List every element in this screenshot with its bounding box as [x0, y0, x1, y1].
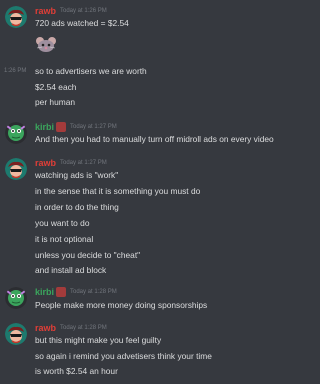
- avatar-kirbi[interactable]: [5, 287, 27, 309]
- message-timestamp: Today at 1:27 PM: [60, 160, 107, 166]
- author-name[interactable]: rawb: [35, 323, 56, 333]
- message-text: is worth $2.54 an hour: [35, 366, 118, 376]
- message-timestamp: Today at 1:28 PM: [70, 289, 117, 295]
- message-text: unless you decide to "cheat": [35, 250, 141, 260]
- message-text: $2.54 each: [35, 82, 77, 92]
- side-timestamp: 1:26 PM: [4, 68, 27, 74]
- message-text: watching ads is "work": [35, 170, 119, 180]
- author-name[interactable]: kirbi: [35, 287, 54, 297]
- rawb-avatar-icon: [5, 323, 27, 345]
- message-text: it is not optional: [35, 234, 94, 244]
- avatar-rawb[interactable]: [5, 158, 27, 180]
- message-text: in the sense that it is something you mu…: [35, 186, 201, 196]
- kirbi-avatar-icon: [5, 122, 27, 144]
- author-name[interactable]: kirbi: [35, 122, 54, 132]
- role-badge-icon: [56, 122, 66, 132]
- message-text: 720 ads watched = $2.54: [35, 18, 129, 28]
- role-badge-icon: [56, 287, 66, 297]
- avatar-rawb[interactable]: [5, 323, 27, 345]
- rawb-avatar-icon: [5, 6, 27, 28]
- author-name[interactable]: rawb: [35, 6, 56, 16]
- message-text: in order to do the thing: [35, 202, 119, 212]
- rat-emoji: [35, 36, 56, 54]
- message-text: People make more money doing sponsorship…: [35, 300, 208, 310]
- message-text: you want to do: [35, 218, 90, 228]
- kirbi-avatar-icon: [5, 287, 27, 309]
- rawb-avatar-icon: [5, 158, 27, 180]
- message-text: And then you had to manually turn off mi…: [35, 134, 274, 144]
- message-text: so to advertisers we are worth: [35, 66, 147, 76]
- message-text: but this might make you feel guilty: [35, 335, 162, 345]
- message-text: per human: [35, 97, 76, 107]
- avatar-rawb[interactable]: [5, 6, 27, 28]
- avatar-kirbi[interactable]: [5, 122, 27, 144]
- message-text: so again i remind you advetisers think y…: [35, 351, 212, 361]
- message-timestamp: Today at 1:28 PM: [60, 325, 107, 331]
- author-name[interactable]: rawb: [35, 158, 56, 168]
- message-timestamp: Today at 1:27 PM: [70, 124, 117, 130]
- message-timestamp: Today at 1:26 PM: [60, 8, 107, 14]
- message-text: and install ad block: [35, 265, 107, 275]
